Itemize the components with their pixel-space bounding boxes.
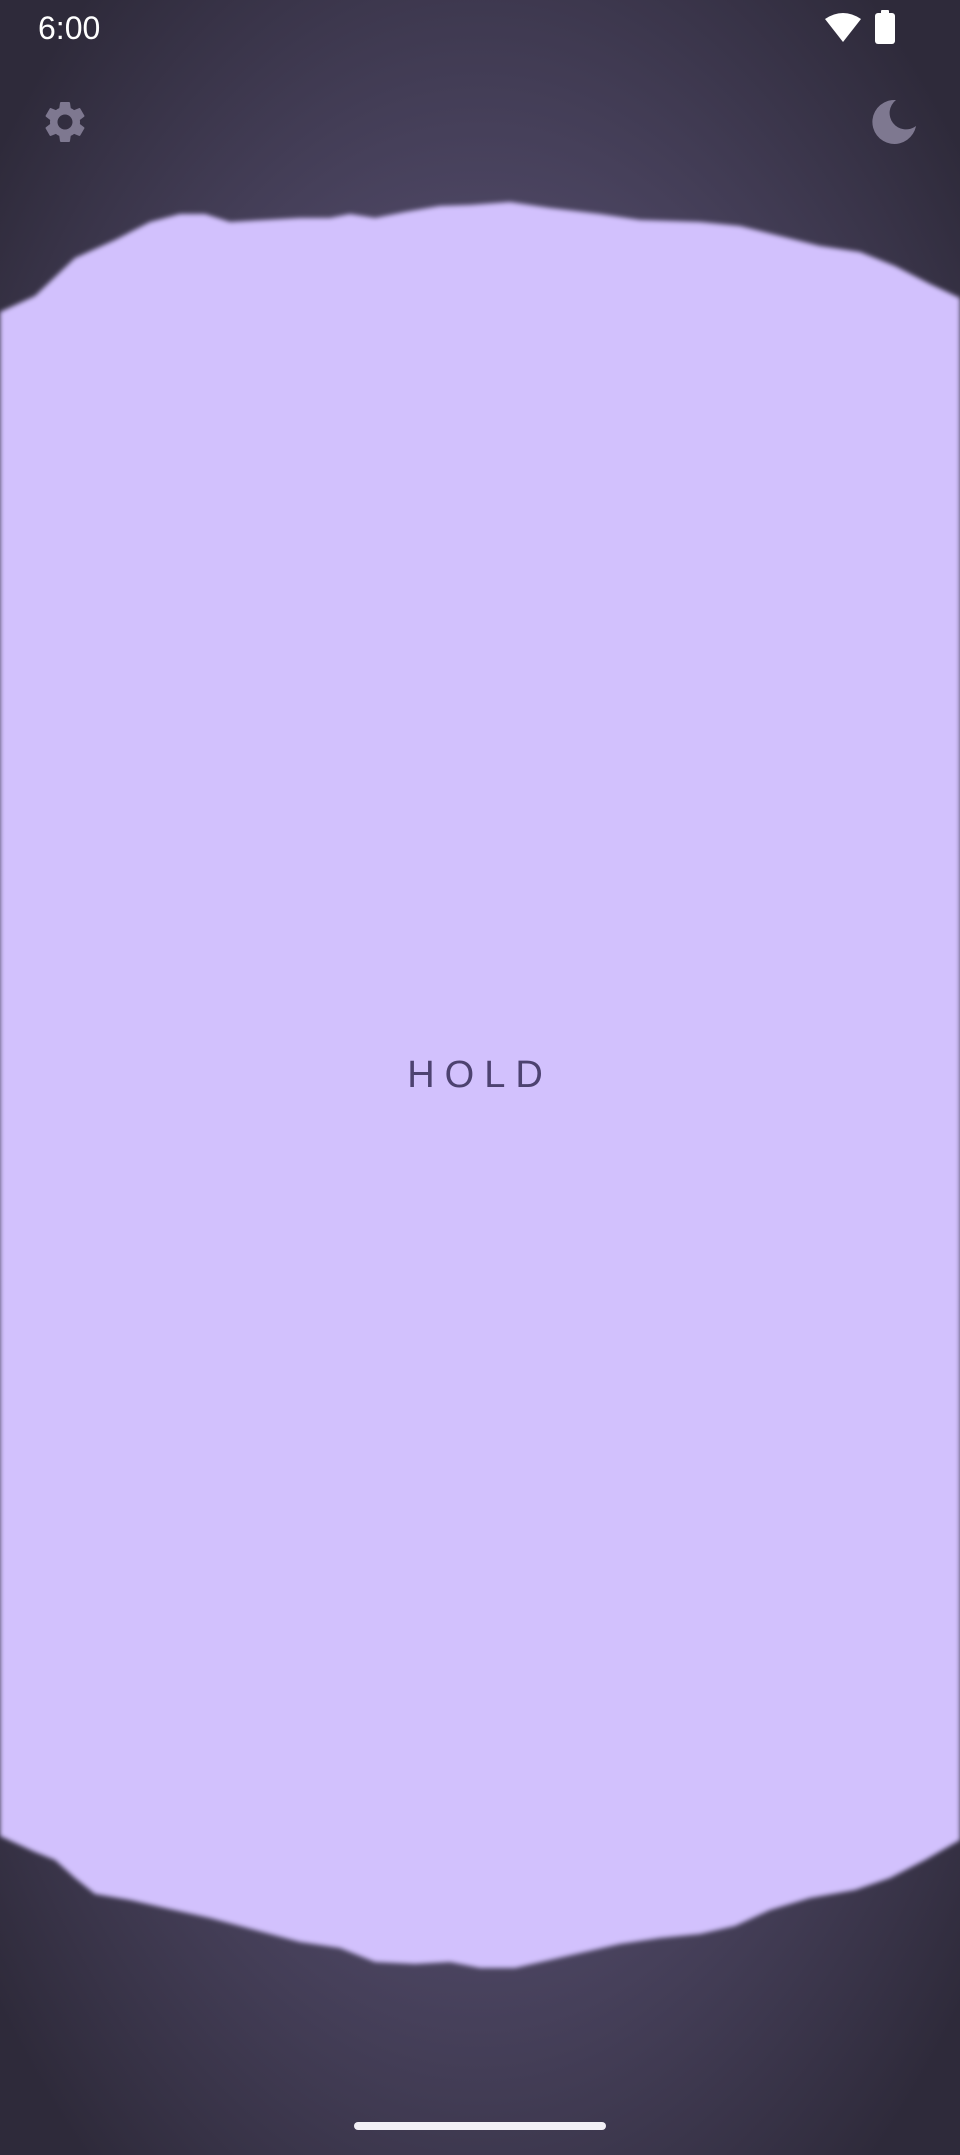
- hold-label: HOLD: [407, 1054, 553, 1096]
- moon-icon[interactable]: [870, 98, 918, 146]
- gear-icon[interactable]: [40, 97, 90, 147]
- navigation-handle[interactable]: [354, 2122, 606, 2130]
